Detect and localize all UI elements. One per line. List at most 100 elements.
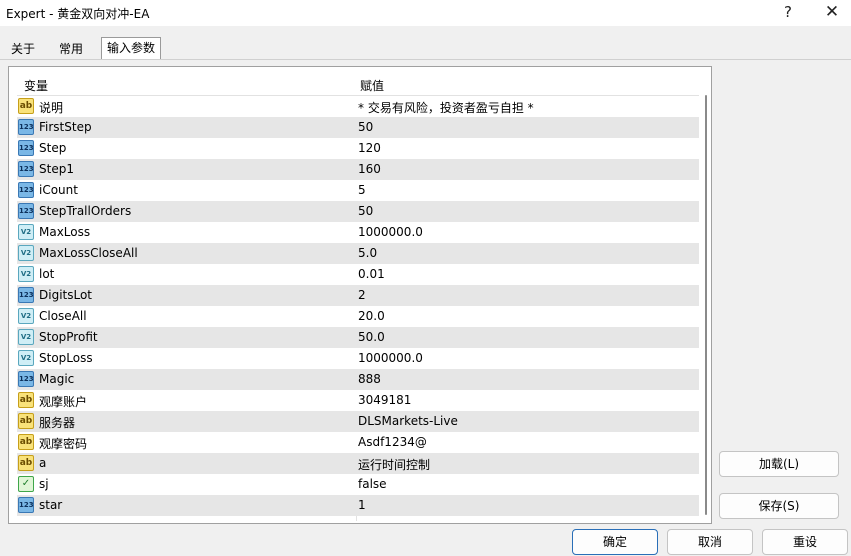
variable-name: iCount	[39, 183, 78, 197]
bool-type-icon: ✓	[18, 476, 34, 492]
table-rows: ab 说明 * 交易有风险，投资者盈亏自担 * 123 FirstStep 50 123 St…	[17, 96, 699, 516]
integer-type-icon: 123	[18, 182, 34, 198]
integer-type-icon: 123	[18, 203, 34, 219]
help-icon[interactable]: ?	[768, 0, 808, 26]
variable-value[interactable]: 3049181	[358, 393, 411, 407]
variable-name: 说明	[39, 101, 64, 115]
string-type-icon: ab	[18, 392, 34, 408]
table-header: 变量 赋值	[17, 73, 699, 96]
vertical-scrollbar[interactable]	[702, 73, 710, 521]
variable-name: CloseAll	[39, 309, 87, 323]
double-type-icon: V2	[18, 350, 34, 366]
table-row[interactable]: V2 MaxLossCloseAll 5.0	[17, 243, 699, 264]
tab-inputs[interactable]: 输入参数	[101, 37, 162, 59]
variable-name: star	[39, 498, 63, 512]
double-type-icon: V2	[18, 224, 34, 240]
load-button[interactable]: 加载(L)	[719, 451, 839, 477]
parameters-panel: 变量 赋值 ab 说明 * 交易有风险，投资者盈亏自担 * 123 FirstStep 5…	[8, 66, 712, 524]
variable-value[interactable]: * 交易有风险，投资者盈亏自担 *	[358, 99, 534, 116]
table-row[interactable]: ab a 运行时间控制	[17, 453, 699, 474]
variable-name: MaxLossCloseAll	[39, 246, 138, 260]
table-row[interactable]: V2 lot 0.01	[17, 264, 699, 285]
window-title: Expert - 黄金双向对冲-EA	[6, 7, 150, 21]
variable-name: Magic	[39, 372, 75, 386]
variable-value[interactable]: 1	[358, 498, 366, 512]
table-row[interactable]: 123 FirstStep 50	[17, 117, 699, 138]
table-row[interactable]: 123 DigitsLot 2	[17, 285, 699, 306]
table-row[interactable]: ab 观摩账户 3049181	[17, 390, 699, 411]
variable-value[interactable]: 50	[358, 204, 373, 218]
table-row[interactable]: 123 star 1	[17, 495, 699, 516]
variable-value[interactable]: 20.0	[358, 309, 385, 323]
table-row[interactable]: ✓ sj false	[17, 474, 699, 495]
string-type-icon: ab	[18, 98, 34, 114]
variable-name: StepTrallOrders	[39, 204, 132, 218]
table-row[interactable]: 123 Magic 888	[17, 369, 699, 390]
integer-type-icon: 123	[18, 497, 34, 513]
string-type-icon: ab	[18, 455, 34, 471]
variable-name: FirstStep	[39, 120, 92, 134]
title-bar: Expert - 黄金双向对冲-EA ? ✕	[0, 0, 851, 26]
variable-value[interactable]: false	[358, 477, 387, 491]
tab-bar: 关于 常用 输入参数	[0, 36, 851, 60]
variable-value[interactable]: 888	[358, 372, 381, 386]
double-type-icon: V2	[18, 245, 34, 261]
table-row[interactable]: 123 StepTrallOrders 50	[17, 201, 699, 222]
variable-name: StopLoss	[39, 351, 93, 365]
double-type-icon: V2	[18, 308, 34, 324]
table-row[interactable]: V2 StopLoss 1000000.0	[17, 348, 699, 369]
integer-type-icon: 123	[18, 161, 34, 177]
variable-value[interactable]: 运行时间控制	[358, 456, 430, 473]
header-value: 赋值	[360, 79, 385, 93]
variable-value[interactable]: 120	[358, 141, 381, 155]
tab-about[interactable]: 关于	[7, 39, 39, 59]
table-row[interactable]: 123 Step 120	[17, 138, 699, 159]
integer-type-icon: 123	[18, 371, 34, 387]
variable-value[interactable]: 5.0	[358, 246, 377, 260]
variable-value[interactable]: 1000000.0	[358, 225, 423, 239]
variable-name: 观摩账户	[39, 395, 88, 409]
variable-value[interactable]: 50	[358, 120, 373, 134]
variable-value[interactable]: 2	[358, 288, 366, 302]
cancel-button[interactable]: 取消	[667, 529, 753, 555]
close-icon[interactable]: ✕	[812, 0, 851, 26]
table-row[interactable]: ab 服务器 DLSMarkets-Live	[17, 411, 699, 432]
variable-name: StopProfit	[39, 330, 98, 344]
variable-value[interactable]: 5	[358, 183, 366, 197]
variable-value[interactable]: 0.01	[358, 267, 385, 281]
ok-button[interactable]: 确定	[572, 529, 658, 555]
table-row[interactable]: V2 CloseAll 20.0	[17, 306, 699, 327]
variable-name: 服务器	[39, 416, 76, 430]
variable-value[interactable]: 1000000.0	[358, 351, 423, 365]
header-variable: 变量	[24, 79, 49, 93]
tab-common[interactable]: 常用	[55, 39, 87, 59]
variable-value[interactable]: Asdf1234@	[358, 435, 427, 449]
variable-name: Step1	[39, 162, 74, 176]
table-row[interactable]: 123 Step1 160	[17, 159, 699, 180]
variable-value[interactable]: DLSMarkets-Live	[358, 414, 458, 428]
string-type-icon: ab	[18, 434, 34, 450]
table-row[interactable]: 123 iCount 5	[17, 180, 699, 201]
integer-type-icon: 123	[18, 287, 34, 303]
string-type-icon: ab	[18, 413, 34, 429]
variable-name: lot	[39, 267, 55, 281]
variable-name: a	[39, 456, 47, 470]
integer-type-icon: 123	[18, 119, 34, 135]
variable-name: Step	[39, 141, 67, 155]
save-button[interactable]: 保存(S)	[719, 493, 839, 519]
double-type-icon: V2	[18, 329, 34, 345]
variable-value[interactable]: 160	[358, 162, 381, 176]
scrollbar-thumb[interactable]	[705, 95, 707, 515]
table-row[interactable]: ab 观摩密码 Asdf1234@	[17, 432, 699, 453]
table-row[interactable]: V2 StopProfit 50.0	[17, 327, 699, 348]
table-row[interactable]: ab 说明 * 交易有风险，投资者盈亏自担 *	[17, 96, 699, 117]
reset-button[interactable]: 重设	[762, 529, 848, 555]
variable-name: sj	[39, 477, 49, 491]
double-type-icon: V2	[18, 266, 34, 282]
integer-type-icon: 123	[18, 140, 34, 156]
variable-name: 观摩密码	[39, 437, 88, 451]
tab-divider	[0, 59, 851, 60]
table-row[interactable]: V2 MaxLoss 1000000.0	[17, 222, 699, 243]
variable-value[interactable]: 50.0	[358, 330, 385, 344]
variable-name: MaxLoss	[39, 225, 91, 239]
